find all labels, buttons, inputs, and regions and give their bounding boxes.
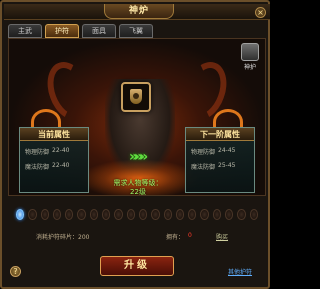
prop-row: 魔法防御 22-40 bbox=[20, 162, 88, 171]
gem-slot bbox=[114, 208, 123, 220]
prop-name: 物理防御 bbox=[191, 149, 216, 156]
gem-slot-lit bbox=[16, 208, 25, 220]
prop-name: 魔法防御 bbox=[191, 164, 216, 171]
gem-slot bbox=[77, 208, 86, 220]
gem-slot bbox=[40, 208, 49, 220]
forge-stage: 神护 当前属性 物理防御 22-40 魔法防御 22-40 下一阶属性 物理防御… bbox=[8, 38, 266, 196]
progress-gems bbox=[16, 207, 258, 221]
prop-value: 22-40 bbox=[52, 147, 70, 154]
current-props-title: 当前属性 bbox=[20, 128, 88, 141]
gem-slot bbox=[163, 208, 172, 220]
tab-mask[interactable]: 面具 bbox=[82, 24, 116, 38]
gem-slot bbox=[249, 208, 258, 220]
gem-slot bbox=[52, 208, 62, 220]
side-button[interactable]: 神护 bbox=[239, 43, 261, 73]
gem-slot bbox=[200, 208, 209, 220]
own-label: 拥有： bbox=[166, 234, 185, 241]
tab-wings[interactable]: 飞翼 bbox=[119, 24, 153, 38]
prop-name: 魔法防御 bbox=[25, 164, 50, 171]
shield-icon bbox=[130, 89, 142, 104]
upgrade-arrows-icon: »»» bbox=[129, 149, 148, 165]
requirement-label: 需求人物等级： bbox=[113, 179, 163, 187]
close-button[interactable]: × bbox=[255, 7, 266, 18]
cost-label: 消耗护符碎片：200 bbox=[36, 234, 90, 241]
buy-link[interactable]: 购买 bbox=[216, 232, 228, 241]
gem-slot bbox=[126, 208, 135, 220]
tab-amulet[interactable]: 护符 bbox=[45, 24, 79, 38]
prop-value: 24-45 bbox=[218, 147, 236, 154]
prop-row: 物理防御 22-40 bbox=[20, 147, 88, 156]
gem-slot bbox=[225, 208, 234, 220]
equipment-slot[interactable] bbox=[121, 82, 151, 112]
prop-row: 物理防御 24-45 bbox=[186, 147, 254, 156]
gem-slot bbox=[151, 208, 160, 220]
tab-bar: 主武 护符 面具 飞翼 bbox=[8, 24, 153, 38]
gem-slot bbox=[237, 208, 246, 220]
current-props-panel: 当前属性 物理防御 22-40 魔法防御 22-40 bbox=[19, 127, 89, 193]
help-icon[interactable]: ? bbox=[10, 266, 21, 277]
prop-name: 物理防御 bbox=[25, 149, 50, 156]
gem-slot bbox=[65, 208, 74, 220]
gem-slot bbox=[188, 208, 197, 220]
armor-icon bbox=[241, 43, 259, 61]
side-button-label: 神护 bbox=[243, 64, 256, 71]
prop-row: 魔法防御 25-45 bbox=[186, 162, 254, 171]
other-amulets-link[interactable]: 其他护符 bbox=[228, 267, 252, 276]
window-title: 神炉 bbox=[104, 4, 174, 19]
next-props-panel: 下一阶属性 物理防御 24-45 魔法防御 25-45 bbox=[185, 127, 255, 193]
upgrade-button[interactable]: 升级 bbox=[100, 256, 174, 276]
next-props-title: 下一阶属性 bbox=[186, 128, 254, 141]
gem-slot bbox=[212, 208, 222, 220]
forge-window: 神炉 × 主武 护符 面具 飞翼 神护 当前属性 物理防御 22-40 魔法防御… bbox=[0, 0, 270, 289]
prop-value: 22-40 bbox=[52, 162, 70, 169]
gem-slot bbox=[102, 208, 111, 220]
tab-main-weapon[interactable]: 主武 bbox=[8, 24, 42, 38]
gem-slot bbox=[89, 208, 99, 220]
level-requirement: 需求人物等级： 22级 bbox=[105, 179, 171, 196]
cost-row: 消耗护符碎片：200 拥有： 0 购买 bbox=[16, 230, 258, 242]
gem-slot bbox=[138, 208, 148, 220]
title-bar: 神炉 × bbox=[4, 4, 270, 20]
requirement-value: 22级 bbox=[130, 188, 146, 196]
gem-slot bbox=[175, 208, 185, 220]
prop-value: 25-45 bbox=[218, 162, 236, 169]
own-value: 0 bbox=[188, 232, 192, 239]
gem-slot bbox=[28, 208, 37, 220]
